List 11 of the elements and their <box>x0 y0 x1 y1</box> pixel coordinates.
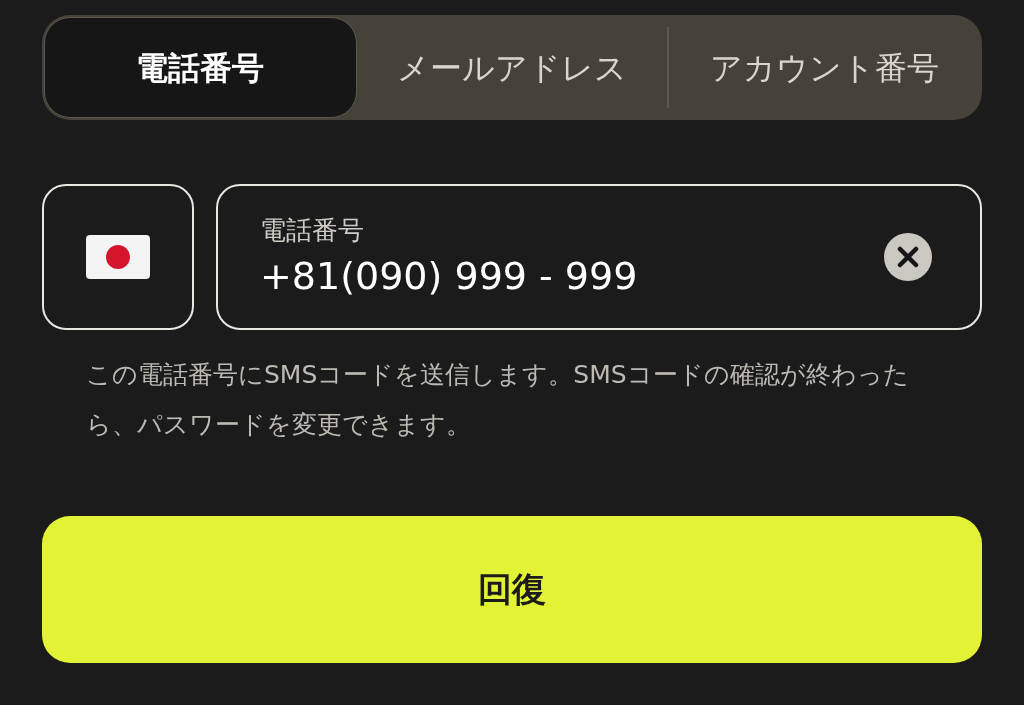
field-label: 電話番号 <box>260 214 365 247</box>
tab[interactable]: 電話番号 <box>44 17 357 118</box>
hint-text: この電話番号にSMSコードを送信します。SMSコードの確認が終わったら、パスワードを変更できます。 <box>85 359 910 441</box>
tab[interactable]: メールアドレス <box>356 17 668 118</box>
flag-icon <box>86 235 150 279</box>
phone-value: +81(090) 999 - 999 <box>260 252 639 300</box>
recover-button[interactable]: 回復 <box>42 516 982 663</box>
phone-field[interactable]: 電話番号 +81(090) 999 - 999 <box>216 184 982 330</box>
tab[interactable]: アカウント番号 <box>669 17 980 118</box>
country-selector[interactable] <box>42 184 194 330</box>
clear-icon[interactable] <box>884 233 932 281</box>
